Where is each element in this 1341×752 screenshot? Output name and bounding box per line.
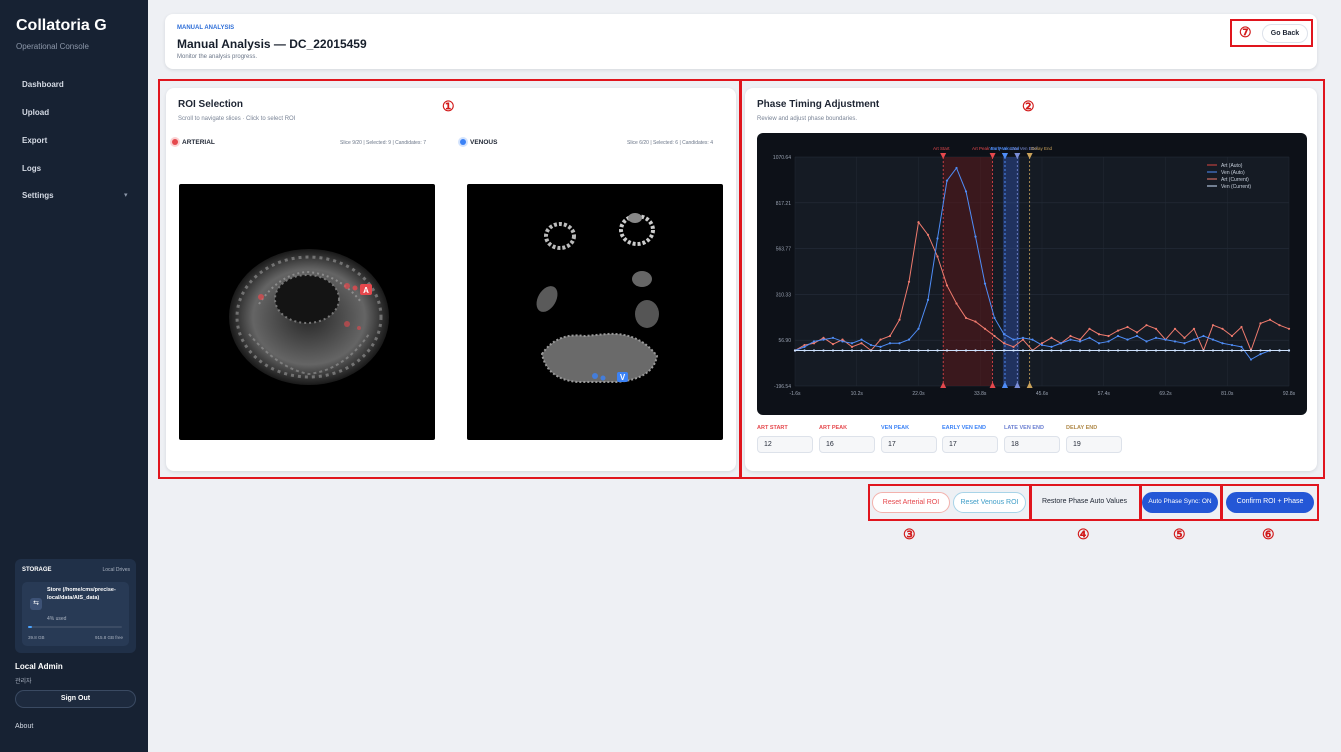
annotation-box-4 xyxy=(1030,484,1141,521)
annotation-box-1 xyxy=(158,79,741,479)
storage-panel: STORAGE Local Drives ⇆ Store (/home/cms/… xyxy=(15,559,136,653)
storage-title: STORAGE xyxy=(22,567,52,573)
drive-icon: ⇆ xyxy=(30,598,42,610)
annotation-number-7: ⑦ xyxy=(1239,24,1252,40)
storage-name: Store (/home/cms/precise-local/data/AIS_… xyxy=(47,587,116,601)
user-role: 관리자 xyxy=(15,679,32,685)
annotation-number-1: ① xyxy=(442,98,455,114)
sign-out-button[interactable]: Sign Out xyxy=(15,690,136,708)
sidebar-item-settings[interactable]: Settings xyxy=(22,191,54,200)
page-subtitle: Monitor the analysis progress. xyxy=(177,54,258,60)
page-eyebrow: MANUAL ANALYSIS xyxy=(177,25,235,31)
storage-free: 915.8 GB free xyxy=(94,635,123,640)
annotation-number-3: ③ xyxy=(903,526,916,542)
user-name: Local Admin xyxy=(15,662,63,671)
sidebar-item-logs[interactable]: Logs xyxy=(22,164,41,173)
sidebar: Collatoria G Operational Console Dashboa… xyxy=(0,0,148,752)
storage-used-label: 4% used xyxy=(47,616,67,622)
annotation-number-4: ④ xyxy=(1077,526,1090,542)
chevron-down-icon[interactable]: ▾ xyxy=(124,191,128,199)
storage-scope: Local Drives xyxy=(102,567,130,573)
annotation-number-6: ⑥ xyxy=(1262,526,1275,542)
annotation-number-5: ⑤ xyxy=(1173,526,1186,542)
annotation-box-2 xyxy=(740,79,1325,479)
storage-used: 39.8 GB xyxy=(28,635,45,640)
app-brand: Collatoria G xyxy=(16,17,107,34)
annotation-box-3 xyxy=(868,484,1031,521)
sidebar-item-export[interactable]: Export xyxy=(22,136,47,145)
sidebar-item-dashboard[interactable]: Dashboard xyxy=(22,80,64,89)
annotation-box-5 xyxy=(1140,484,1222,521)
sidebar-item-upload[interactable]: Upload xyxy=(22,108,49,117)
app-subtitle: Operational Console xyxy=(16,42,89,51)
storage-usage-fill xyxy=(28,626,32,628)
annotation-box-6 xyxy=(1221,484,1319,521)
storage-usage-bar xyxy=(28,626,122,628)
storage-item: ⇆ Store (/home/cms/precise-local/data/AI… xyxy=(22,582,129,646)
annotation-number-2: ② xyxy=(1022,98,1035,114)
page-header: MANUAL ANALYSIS Manual Analysis — DC_220… xyxy=(165,14,1317,69)
page-title: Manual Analysis — DC_22015459 xyxy=(177,37,367,51)
about-link[interactable]: About xyxy=(15,723,33,730)
